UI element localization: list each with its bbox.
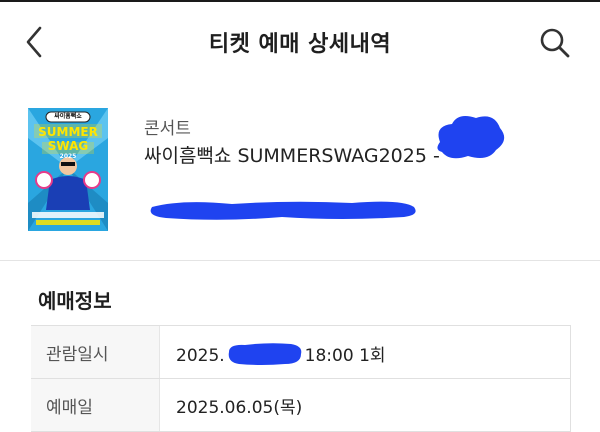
- redaction-mark: [225, 340, 305, 368]
- event-title-text: 싸이흠뻑쇼 SUMMERSWAG2025 -: [144, 145, 440, 167]
- poster-year: 2025: [59, 153, 77, 160]
- booking-date-value: 2025.06.05(목): [176, 398, 303, 418]
- event-poster[interactable]: 싸이흠뻑쇼 SUMMER SWAG 2025: [28, 108, 108, 231]
- poster-badge: 싸이흠뻑쇼: [54, 113, 82, 120]
- viewing-date-value: 2025. 18:00 1회: [176, 340, 386, 368]
- redaction-mark: [437, 116, 505, 159]
- page-title: 티켓 예매 상세내역: [208, 32, 392, 57]
- info-label-cell: 관람일시: [31, 326, 160, 378]
- search-icon: [540, 28, 570, 58]
- viewing-date-label: 관람일시: [46, 345, 109, 365]
- app-header: 티켓 예매 상세내역: [0, 2, 600, 82]
- search-button[interactable]: [538, 26, 572, 60]
- booking-date-label: 예매일: [46, 398, 93, 418]
- viewing-date-prefix: 2025.: [176, 346, 225, 366]
- viewing-date-suffix: 18:00 1회: [304, 346, 386, 366]
- event-category: 콘서트: [144, 119, 191, 139]
- info-row-viewing-date: 관람일시 2025. 18:00 1회: [31, 326, 571, 379]
- booking-info-table: 관람일시 2025. 18:00 1회 예매일 2025.06.05(목): [31, 325, 571, 432]
- section-divider: [0, 260, 600, 261]
- booking-info-heading: 예매정보: [38, 289, 112, 313]
- ticket-summary: 싸이흠뻑쇼 SUMMER SWAG 2025 콘서트 싸이흠뻑쇼 SUMMERS…: [0, 82, 600, 260]
- redaction-mark: [150, 201, 416, 220]
- info-label-cell: 예매일: [31, 379, 160, 431]
- poster-title: SUMMER SWAG: [38, 125, 98, 153]
- info-row-booking-date: 예매일 2025.06.05(목): [31, 379, 571, 432]
- event-title[interactable]: 싸이흠뻑쇼 SUMMERSWAG2025 -: [144, 141, 440, 168]
